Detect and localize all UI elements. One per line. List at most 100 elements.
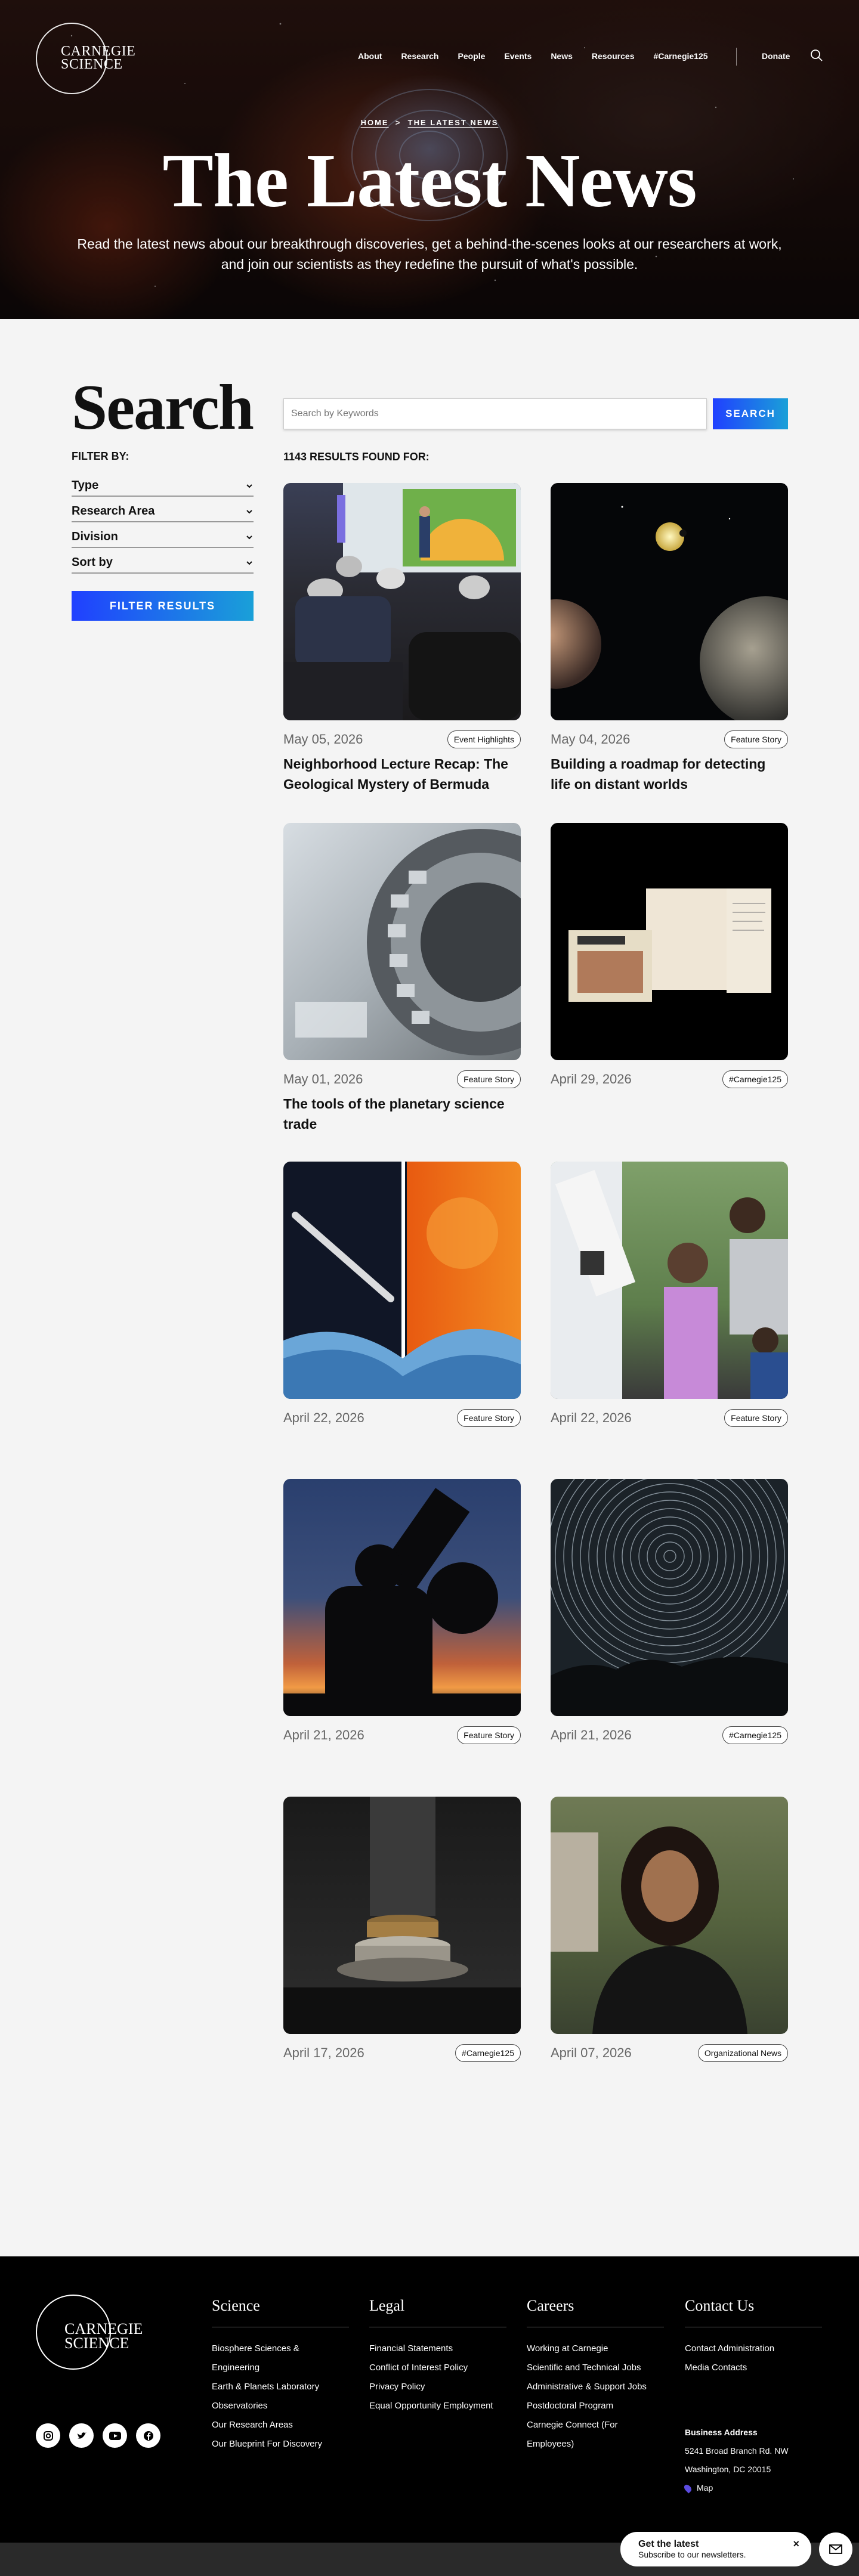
filter-type[interactable]: Type xyxy=(72,471,254,497)
search-icon[interactable] xyxy=(810,49,823,62)
card-title[interactable]: The tools of the planetary science trade xyxy=(283,1094,521,1134)
donate-link[interactable]: Donate xyxy=(762,51,790,61)
footer-link[interactable]: Privacy Policy xyxy=(369,2377,506,2397)
card-tag[interactable]: #Carnegie125 xyxy=(722,1726,788,1744)
map-link[interactable]: Map xyxy=(682,2479,789,2497)
footer-link[interactable]: Biosphere Sciences & Engineering xyxy=(212,2339,349,2377)
card-image-telescope-silhouette[interactable] xyxy=(283,1479,521,1716)
news-card[interactable]: May 04, 2026 Feature Story Building a ro… xyxy=(551,483,788,794)
instagram-icon[interactable] xyxy=(36,2423,60,2448)
map-link-label: Map xyxy=(697,2483,713,2493)
card-tag[interactable]: Organizational News xyxy=(697,2044,788,2062)
card-title[interactable]: Building a roadmap for detecting life on… xyxy=(551,754,788,794)
nav-research[interactable]: Research xyxy=(401,51,438,61)
card-tag[interactable]: Feature Story xyxy=(457,1726,521,1744)
search-button[interactable]: SEARCH xyxy=(713,398,788,429)
comet-water-sun-collage xyxy=(283,1162,521,1399)
footer-heading: Contact Us xyxy=(685,2297,822,2327)
filter-division[interactable]: Division xyxy=(72,522,254,548)
results-count: 1143 RESULTS FOUND FOR: xyxy=(283,451,430,463)
footer-heading: Careers xyxy=(527,2297,664,2327)
filter-sort-by[interactable]: Sort by xyxy=(72,548,254,574)
mail-icon[interactable] xyxy=(819,2532,852,2566)
close-icon[interactable]: × xyxy=(793,2538,799,2550)
news-card[interactable]: April 07, 2026 Organizational News xyxy=(551,1797,788,2063)
card-date: April 21, 2026 xyxy=(551,1727,632,1742)
footer-link[interactable]: Financial Statements xyxy=(369,2339,506,2358)
card-image-star-trails[interactable] xyxy=(551,1479,788,1716)
news-card[interactable]: April 29, 2026 #Carnegie125 xyxy=(551,823,788,1089)
card-image-comet[interactable] xyxy=(283,1162,521,1399)
card-tag[interactable]: Feature Story xyxy=(457,1070,521,1088)
footer-link[interactable]: Contact Administration xyxy=(685,2339,822,2358)
card-image-press[interactable] xyxy=(283,1797,521,2034)
footer-logo-text[interactable]: CARNEGIE SCIENCE xyxy=(64,2321,143,2351)
chevron-down-icon xyxy=(246,509,252,513)
chevron-down-icon xyxy=(246,561,252,565)
footer-link[interactable]: Carnegie Connect (For Employees) xyxy=(527,2416,664,2454)
keyword-search-input[interactable] xyxy=(283,398,707,429)
news-card[interactable]: May 01, 2026 Feature Story The tools of … xyxy=(283,823,521,1134)
news-card[interactable]: April 22, 2026 Feature Story xyxy=(551,1162,788,1428)
footer-link[interactable]: Equal Opportunity Employment xyxy=(369,2397,506,2416)
chevron-down-icon xyxy=(246,484,252,488)
card-tag[interactable]: Feature Story xyxy=(457,1409,521,1427)
breadcrumb-home[interactable]: HOME xyxy=(361,118,389,127)
card-date: April 21, 2026 xyxy=(283,1727,364,1742)
filter-list: Type Research Area Division Sort by xyxy=(72,471,254,574)
logo-text[interactable]: CARNEGIE SCIENCE xyxy=(61,44,135,72)
news-card[interactable]: April 21, 2026 Feature Story xyxy=(283,1479,521,1745)
address-label: Business Address xyxy=(685,2428,758,2437)
filter-results-button[interactable]: FILTER RESULTS xyxy=(72,591,254,621)
card-tag[interactable]: #Carnegie125 xyxy=(722,1070,788,1088)
card-tag[interactable]: Feature Story xyxy=(724,730,788,748)
news-card[interactable]: April 21, 2026 #Carnegie125 xyxy=(551,1479,788,1745)
card-title[interactable]: Neighborhood Lecture Recap: The Geologic… xyxy=(283,754,521,794)
news-card[interactable]: May 05, 2026 Event Highlights Neighborho… xyxy=(283,483,521,794)
card-tag[interactable]: Event Highlights xyxy=(447,730,521,748)
news-card[interactable]: April 17, 2026 #Carnegie125 xyxy=(283,1797,521,2063)
nav-events[interactable]: Events xyxy=(504,51,532,61)
facebook-icon[interactable] xyxy=(136,2423,160,2448)
nav-about[interactable]: About xyxy=(358,51,382,61)
main-nav: About Research People Events News Resour… xyxy=(358,51,727,61)
nav-resources[interactable]: Resources xyxy=(592,51,635,61)
subtitle-line1: Read the latest news about our breakthro… xyxy=(77,236,782,252)
footer-heading: Science xyxy=(212,2297,349,2327)
footer-link[interactable]: Scientific and Technical Jobs xyxy=(527,2358,664,2377)
footer-link[interactable]: Our Research Areas xyxy=(212,2416,349,2435)
nav-people[interactable]: People xyxy=(458,51,485,61)
twitter-icon[interactable] xyxy=(69,2423,94,2448)
footer-link[interactable]: Conflict of Interest Policy xyxy=(369,2358,506,2377)
card-image-telescope-outreach[interactable] xyxy=(551,1162,788,1399)
footer-link[interactable]: Observatories xyxy=(212,2397,349,2416)
card-image-instrument[interactable] xyxy=(283,823,521,1060)
card-image-exoplanets[interactable] xyxy=(551,483,788,720)
nav-carnegie125[interactable]: #Carnegie125 xyxy=(653,51,707,61)
card-image-archive[interactable] xyxy=(551,823,788,1060)
footer-link[interactable]: Working at Carnegie xyxy=(527,2339,664,2358)
card-tag[interactable]: #Carnegie125 xyxy=(455,2044,521,2062)
youtube-icon[interactable] xyxy=(103,2423,127,2448)
footer-link[interactable]: Postdoctoral Program xyxy=(527,2397,664,2416)
telescope-silhouette-photo xyxy=(283,1488,521,1716)
search-heading: Search xyxy=(72,372,254,443)
breadcrumb-current[interactable]: THE LATEST NEWS xyxy=(408,118,499,127)
map-pin-icon xyxy=(682,2483,693,2494)
address-line1: 5241 Broad Branch Rd. NW xyxy=(685,2446,789,2456)
hero-banner: CARNEGIE SCIENCE About Research People E… xyxy=(0,0,859,319)
filter-research-area[interactable]: Research Area xyxy=(72,497,254,522)
nav-news[interactable]: News xyxy=(551,51,573,61)
nav-divider xyxy=(736,48,737,66)
card-image-lecture[interactable] xyxy=(283,483,521,720)
footer-link[interactable]: Earth & Planets Laboratory xyxy=(212,2377,349,2397)
footer-link[interactable]: Media Contacts xyxy=(685,2358,822,2377)
newsletter-popup[interactable]: Get the latest Subscribe to our newslett… xyxy=(620,2532,811,2566)
news-card[interactable]: April 22, 2026 Feature Story xyxy=(283,1162,521,1428)
footer-link[interactable]: Our Blueprint For Discovery xyxy=(212,2435,349,2454)
card-tag[interactable]: Feature Story xyxy=(724,1409,788,1427)
card-image-portrait[interactable] xyxy=(551,1797,788,2034)
card-date: April 22, 2026 xyxy=(551,1410,632,1425)
footer-link[interactable]: Administrative & Support Jobs xyxy=(527,2377,664,2397)
filter-by-label: FILTER BY: xyxy=(72,450,129,462)
